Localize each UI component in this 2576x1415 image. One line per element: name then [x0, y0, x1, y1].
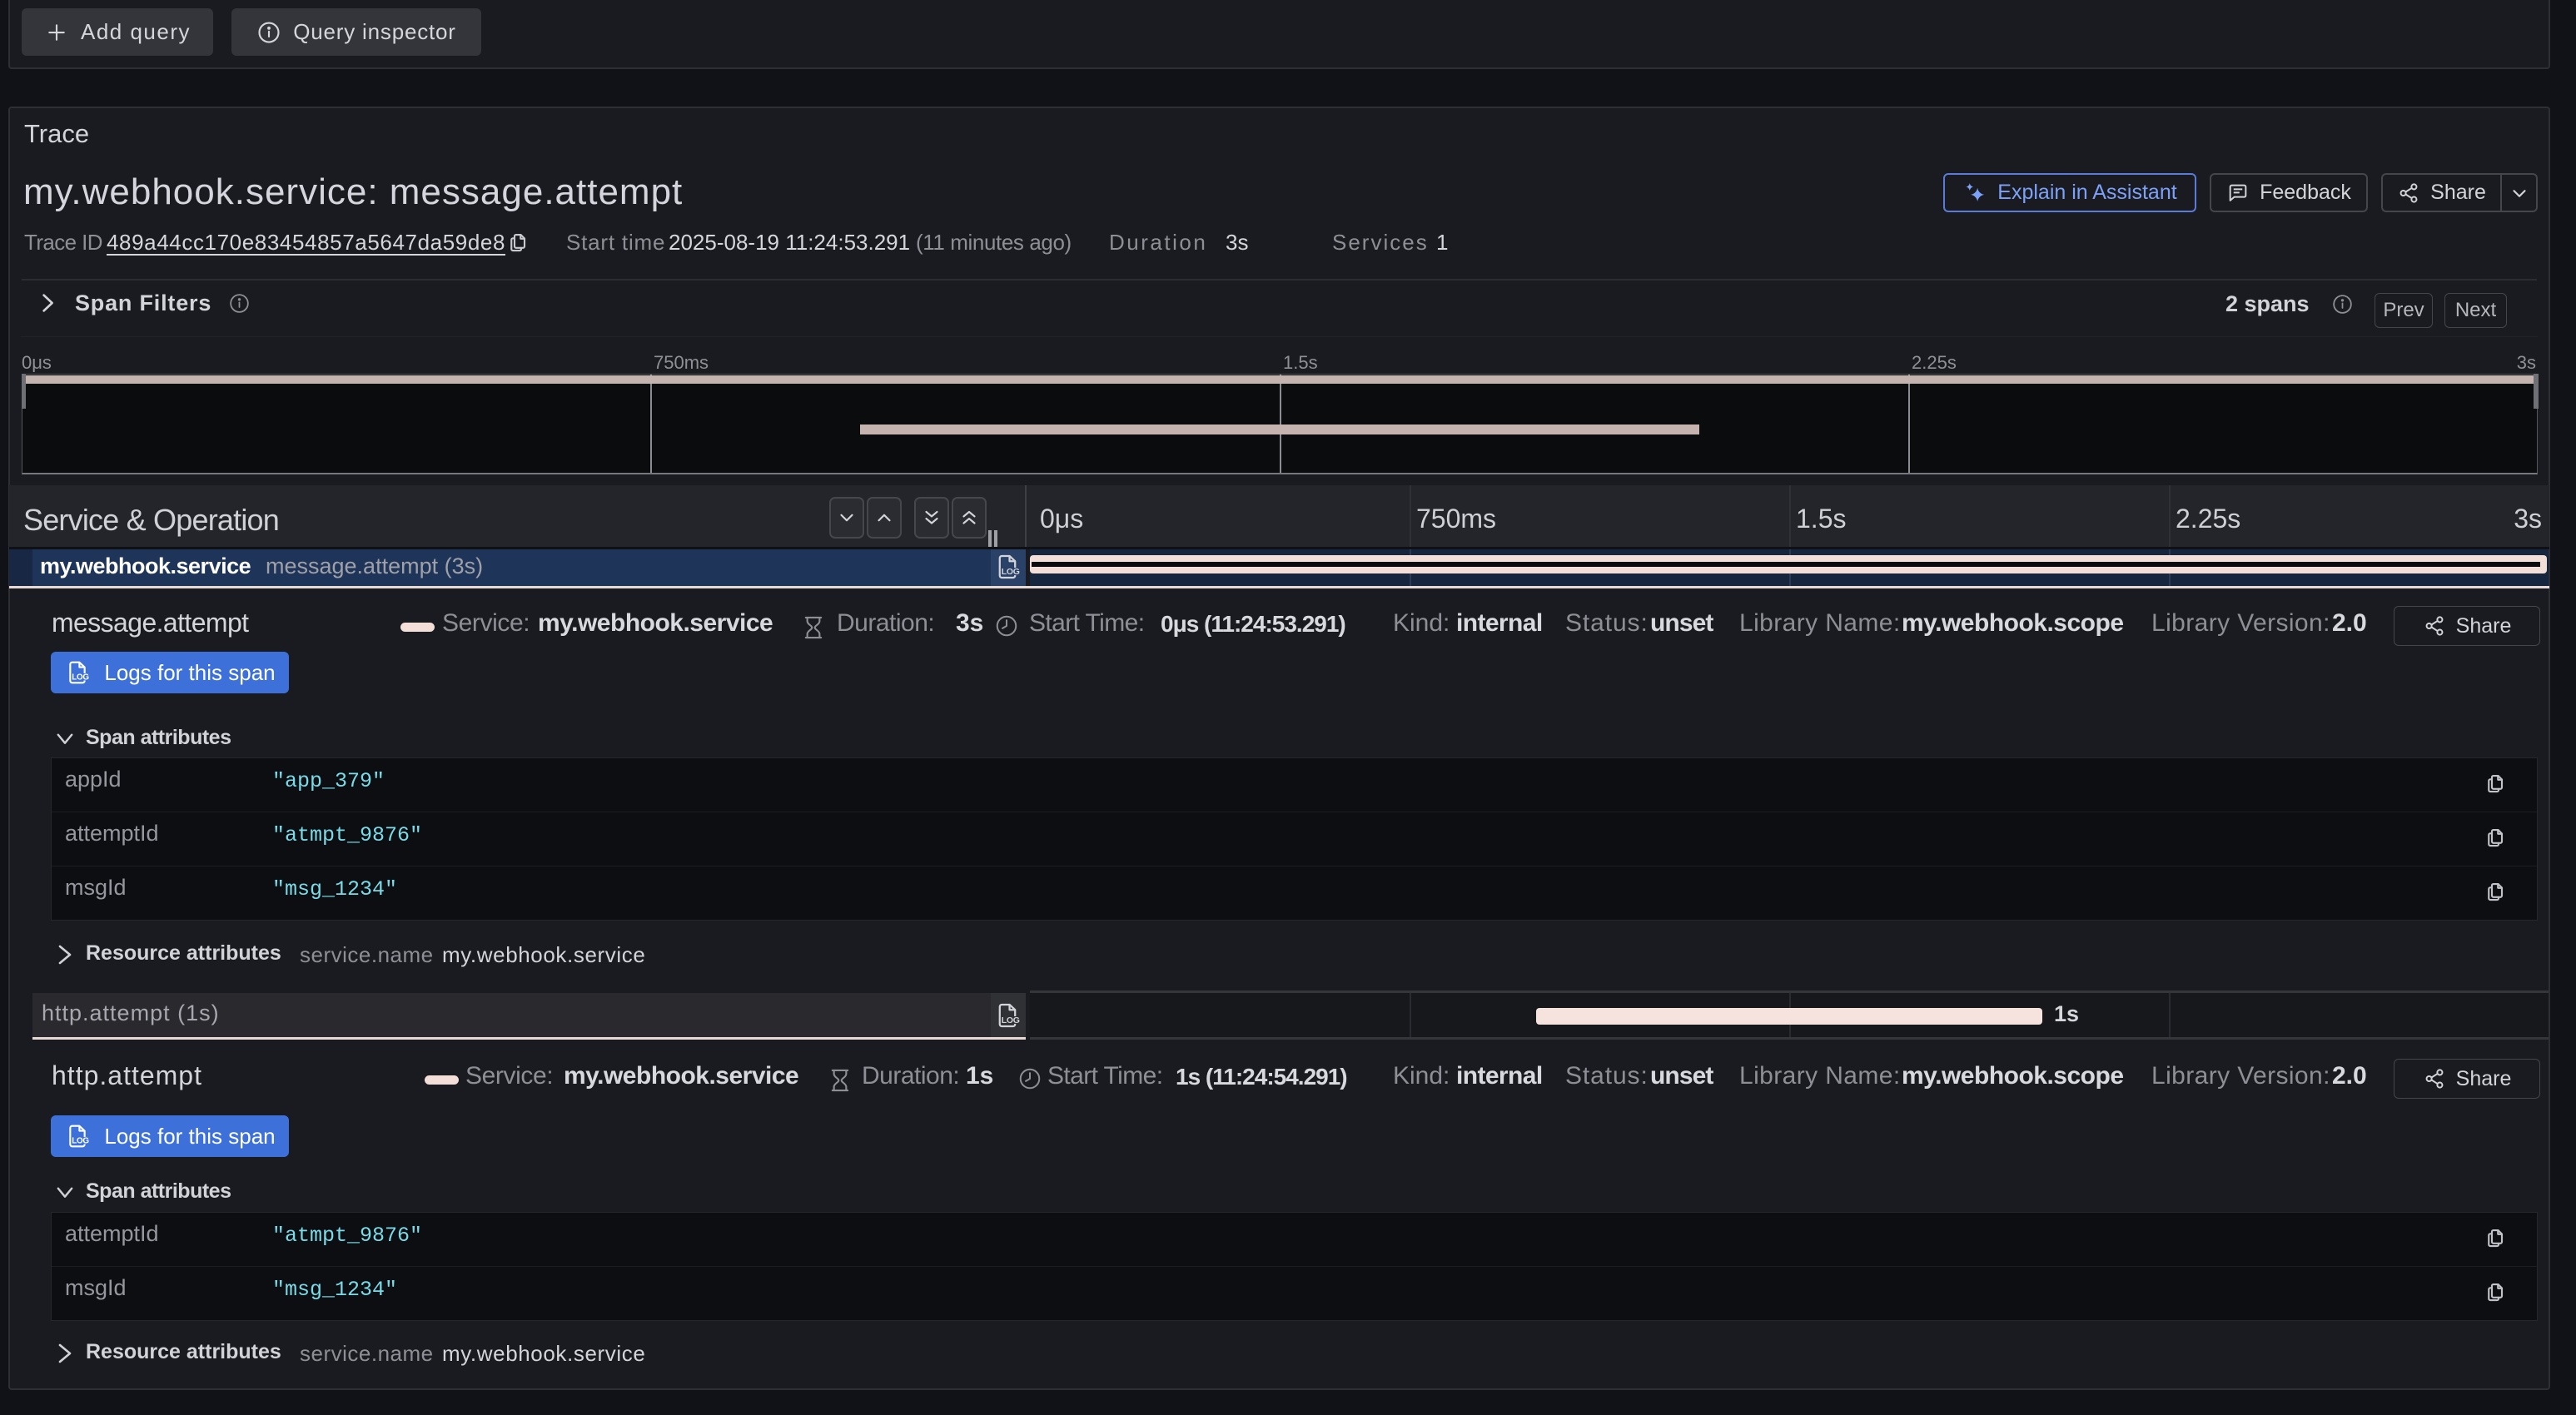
svg-text:LOG: LOG [72, 673, 90, 683]
svg-text:LOG: LOG [1002, 568, 1020, 577]
svg-text:LOG: LOG [1002, 1016, 1020, 1025]
svg-text:LOG: LOG [72, 1137, 90, 1146]
